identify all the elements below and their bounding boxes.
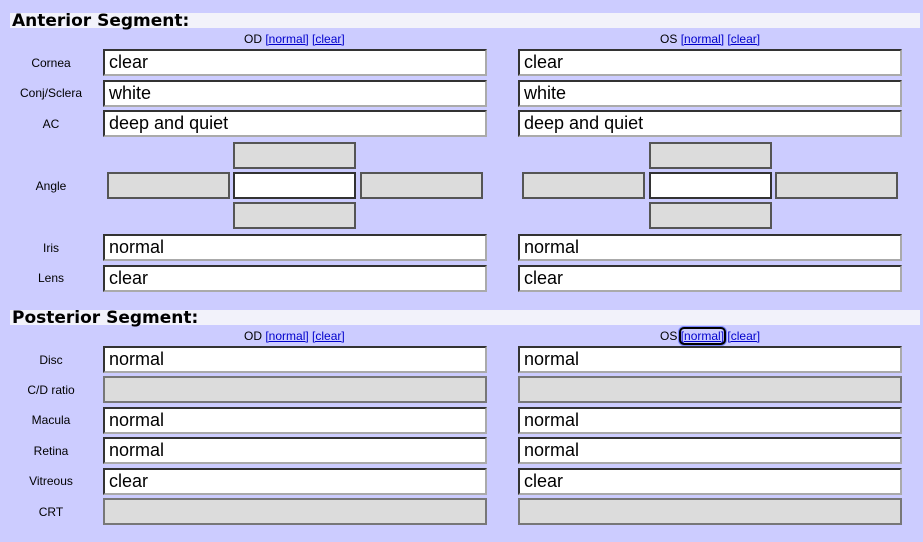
posterior-os-header: OS [normal] [clear]	[660, 327, 760, 345]
retina-od-field[interactable]: normal	[103, 437, 487, 464]
ac-label: AC	[42, 117, 60, 131]
angle-label: Angle	[35, 179, 67, 193]
angle-od-top-field[interactable]	[233, 142, 356, 169]
angle-os-left-field[interactable]	[522, 172, 645, 199]
angle-os-bottom-field[interactable]	[649, 202, 772, 229]
cd-ratio-od-field[interactable]	[103, 376, 487, 403]
angle-os-center-field[interactable]	[649, 172, 772, 199]
posterior-od-header: OD [normal] [clear]	[244, 329, 345, 343]
retina-label: Retina	[33, 444, 69, 458]
angle-od-center-field[interactable]	[233, 172, 356, 199]
crt-os-field[interactable]	[518, 498, 902, 525]
angle-os-right-field[interactable]	[775, 172, 898, 199]
anterior-os-normal-link[interactable]: [normal]	[681, 32, 724, 46]
angle-od-right-field[interactable]	[360, 172, 483, 199]
conj-sclera-os-field[interactable]: white	[518, 80, 902, 107]
posterior-segment-header: Posterior Segment:	[10, 308, 920, 328]
iris-od-field[interactable]: normal	[103, 234, 487, 261]
angle-os-top-field[interactable]	[649, 142, 772, 169]
iris-os-field[interactable]: normal	[518, 234, 902, 261]
conj-sclera-od-field[interactable]: white	[103, 80, 487, 107]
crt-label: CRT	[38, 505, 64, 519]
ac-od-field[interactable]: deep and quiet	[103, 110, 487, 137]
macula-od-field[interactable]: normal	[103, 407, 487, 434]
lens-os-field[interactable]: clear	[518, 265, 902, 292]
anterior-os-clear-link[interactable]: [clear]	[727, 32, 760, 46]
disc-label: Disc	[39, 353, 63, 367]
anterior-os-header: OS [normal] [clear]	[660, 32, 760, 46]
posterior-od-clear-link[interactable]: [clear]	[312, 329, 345, 343]
ac-os-field[interactable]: deep and quiet	[518, 110, 902, 137]
disc-os-field[interactable]: normal	[518, 346, 902, 373]
posterior-os-clear-link[interactable]: [clear]	[727, 329, 760, 343]
iris-label: Iris	[43, 241, 59, 255]
anterior-segment-header: Anterior Segment:	[10, 11, 920, 31]
macula-os-field[interactable]: normal	[518, 407, 902, 434]
angle-od-bottom-field[interactable]	[233, 202, 356, 229]
anterior-os-label: OS	[660, 32, 678, 46]
cd-ratio-label: C/D ratio	[27, 383, 75, 397]
vitreous-label: Vitreous	[29, 474, 73, 488]
conj-sclera-label: Conj/Sclera	[19, 86, 83, 100]
crt-od-field[interactable]	[103, 498, 487, 525]
posterior-od-label: OD	[244, 329, 262, 343]
cd-ratio-os-field[interactable]	[518, 376, 902, 403]
angle-od-left-field[interactable]	[107, 172, 230, 199]
vitreous-os-field[interactable]: clear	[518, 468, 902, 495]
cornea-os-field[interactable]: clear	[518, 49, 902, 76]
anterior-od-normal-link[interactable]: [normal]	[265, 32, 308, 46]
vitreous-od-field[interactable]: clear	[103, 468, 487, 495]
cornea-label: Cornea	[31, 56, 71, 70]
posterior-os-label: OS	[660, 329, 678, 343]
posterior-segment-title: Posterior Segment:	[12, 308, 199, 328]
cornea-od-field[interactable]: clear	[103, 49, 487, 76]
posterior-od-normal-link[interactable]: [normal]	[265, 329, 308, 343]
anterior-od-header: OD [normal] [clear]	[244, 32, 345, 46]
lens-label: Lens	[37, 271, 65, 285]
anterior-segment-title: Anterior Segment:	[12, 11, 190, 31]
retina-os-field[interactable]: normal	[518, 437, 902, 464]
lens-od-field[interactable]: clear	[103, 265, 487, 292]
macula-label: Macula	[31, 413, 71, 427]
anterior-od-label: OD	[244, 32, 262, 46]
posterior-os-normal-link[interactable]: [normal]	[678, 327, 727, 345]
disc-od-field[interactable]: normal	[103, 346, 487, 373]
anterior-od-clear-link[interactable]: [clear]	[312, 32, 345, 46]
